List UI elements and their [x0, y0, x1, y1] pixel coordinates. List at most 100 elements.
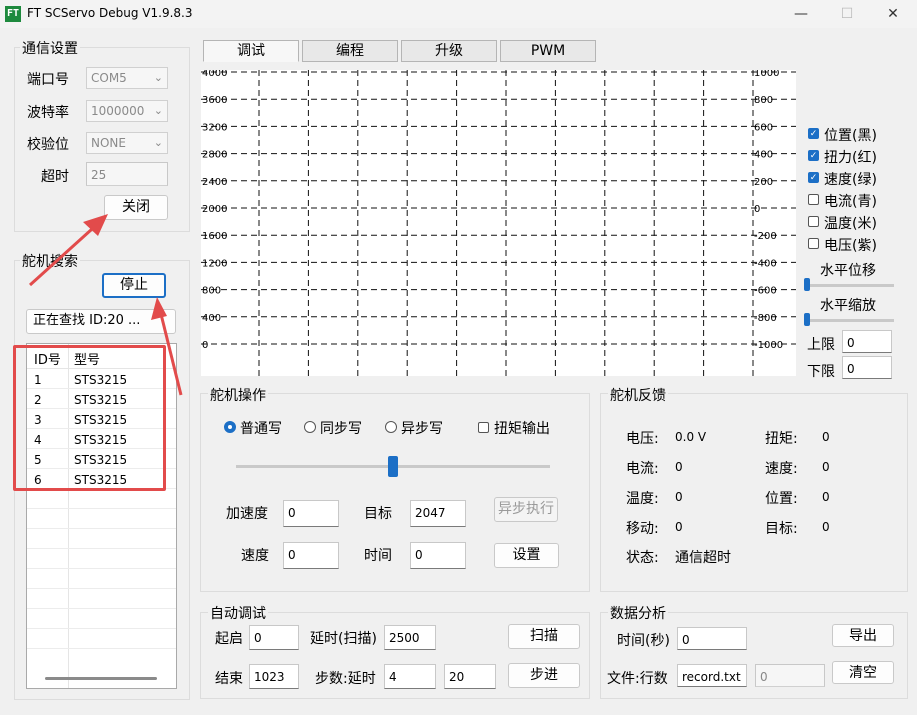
time-input[interactable]: 0 — [410, 542, 466, 569]
target-fb-value: 0 — [822, 520, 830, 534]
chart-tick-right: 1000 — [754, 70, 779, 79]
hzoom-slider-track[interactable] — [806, 319, 894, 322]
torque-fb-value: 0 — [822, 430, 830, 444]
torque-fb-label: 扭矩: — [765, 431, 798, 447]
hzoom-label: 水平缩放 — [820, 298, 876, 314]
checkbox-current[interactable] — [808, 194, 819, 205]
file-rows-label: 文件:行数 — [607, 671, 668, 687]
time-label: 时间 — [364, 548, 392, 564]
async-execute-button[interactable]: 异步执行 — [494, 497, 558, 522]
checkbox-temperature[interactable] — [808, 216, 819, 227]
legend-current[interactable]: 电流(青) — [808, 191, 908, 211]
upper-limit-input[interactable]: 0 — [842, 330, 892, 353]
auto-debug-label: 自动调试 — [208, 603, 268, 623]
hshift-slider-thumb[interactable] — [804, 278, 810, 291]
current-label: 电流: — [626, 461, 659, 477]
checkbox-torque-output[interactable] — [478, 422, 489, 433]
legend-temperature[interactable]: 温度(米) — [808, 213, 908, 233]
checkbox-torque[interactable]: ✓ — [808, 150, 819, 161]
position-fb-value: 0 — [822, 490, 830, 504]
export-button[interactable]: 导出 — [832, 624, 894, 647]
delay-scan-input[interactable]: 2500 — [384, 625, 436, 650]
upper-limit-label: 上限 — [807, 337, 835, 353]
delay-input[interactable]: 20 — [444, 664, 496, 689]
status-label: 状态: — [626, 550, 659, 566]
hshift-label: 水平位移 — [820, 263, 876, 279]
legend-position[interactable]: ✓ 位置(黑) — [808, 125, 908, 145]
chart-tick-right: -200 — [754, 231, 777, 242]
status-value: 通信超时 — [675, 550, 731, 566]
legend-voltage[interactable]: 电压(紫) — [808, 235, 908, 255]
chart-area[interactable]: 4000 1000 3600 800 3200 600 2800 400 2400 200 2000… — [201, 68, 796, 376]
current-value: 0 — [675, 460, 683, 474]
accel-input[interactable]: 0 — [283, 500, 339, 527]
step-button[interactable]: 步进 — [508, 663, 580, 688]
hshift-slider-track[interactable] — [806, 284, 894, 287]
set-button[interactable]: 设置 — [494, 543, 559, 568]
servo-operation-label: 舵机操作 — [208, 385, 268, 405]
target-label: 目标 — [364, 506, 392, 522]
hzoom-slider-thumb[interactable] — [804, 313, 810, 326]
tab-debug[interactable]: 调试 — [203, 40, 299, 62]
speed-fb-value: 0 — [822, 460, 830, 474]
chart-tick-right: 400 — [754, 150, 773, 161]
radio-async-label: 异步写 — [401, 421, 443, 437]
checkbox-voltage[interactable] — [808, 238, 819, 249]
delay-scan-label: 延时(扫描) — [310, 631, 377, 647]
accel-label: 加速度 — [226, 506, 268, 522]
tab-pwm[interactable]: PWM — [500, 40, 596, 62]
chart-tick-left: 800 — [202, 286, 221, 297]
scan-button[interactable]: 扫描 — [508, 624, 580, 649]
torque-output-label: 扭矩输出 — [494, 421, 550, 437]
legend-speed-label: 速度(绿) — [824, 172, 877, 188]
annotation-arrow-stop — [157, 305, 183, 396]
legend-position-label: 位置(黑) — [824, 128, 877, 144]
radio-sync-write[interactable]: 同步写 — [304, 418, 384, 438]
end-input[interactable]: 1023 — [249, 664, 299, 689]
radio-dot[interactable] — [385, 421, 397, 433]
target-fb-label: 目标: — [765, 521, 798, 537]
chart-tick-left: 2000 — [202, 204, 227, 215]
chart-tick-left: 1600 — [202, 231, 227, 242]
torque-output-checkbox[interactable]: 扭矩输出 — [478, 418, 568, 438]
rows-count-input[interactable]: 0 — [755, 664, 825, 687]
file-input[interactable]: record.txt — [677, 664, 747, 687]
clear-button[interactable]: 清空 — [832, 661, 894, 684]
chart-tick-right: -1000 — [754, 340, 783, 351]
radio-dot[interactable] — [224, 421, 236, 433]
position-fb-label: 位置: — [765, 491, 798, 507]
chart-tick-left: 3600 — [202, 95, 227, 106]
start-label: 起启 — [215, 631, 243, 647]
start-input[interactable]: 0 — [249, 625, 299, 650]
checkbox-position[interactable]: ✓ — [808, 128, 819, 139]
tab-upgrade[interactable]: 升级 — [401, 40, 497, 62]
voltage-value: 0.0 V — [675, 430, 707, 444]
chart-tick-right: -800 — [754, 313, 777, 324]
temperature-label: 温度: — [626, 491, 659, 507]
target-input[interactable]: 2047 — [410, 500, 466, 527]
legend-torque[interactable]: ✓ 扭力(红) — [808, 147, 908, 167]
chart-tick-left: 4000 — [202, 70, 227, 79]
radio-normal-write[interactable]: 普通写 — [224, 418, 304, 438]
move-value: 0 — [675, 520, 683, 534]
chart-plot: 4000 10003600 8003200 6002800 4002400 2002000… — [201, 68, 796, 376]
chart-tick-left: 3200 — [202, 122, 227, 133]
radio-dot[interactable] — [304, 421, 316, 433]
speed-input[interactable]: 0 — [283, 542, 339, 569]
legend-current-label: 电流(青) — [824, 194, 877, 210]
position-slider-thumb[interactable] — [388, 456, 398, 477]
legend-speed[interactable]: ✓ 速度(绿) — [808, 169, 908, 189]
chart-tick-left: 1200 — [202, 258, 227, 269]
data-analysis-label: 数据分析 — [608, 603, 668, 623]
radio-async-write[interactable]: 异步写 — [385, 418, 465, 438]
time-sec-input[interactable]: 0 — [677, 627, 747, 650]
step-input[interactable]: 4 — [384, 664, 436, 689]
lower-limit-input[interactable]: 0 — [842, 356, 892, 379]
voltage-label: 电压: — [626, 431, 659, 447]
temperature-value: 0 — [675, 490, 683, 504]
time-sec-label: 时间(秒) — [617, 633, 670, 649]
chart-tick-left: 2400 — [202, 177, 227, 188]
chart-tick-left: 0 — [202, 340, 208, 351]
tab-program[interactable]: 编程 — [302, 40, 398, 62]
checkbox-speed[interactable]: ✓ — [808, 172, 819, 183]
